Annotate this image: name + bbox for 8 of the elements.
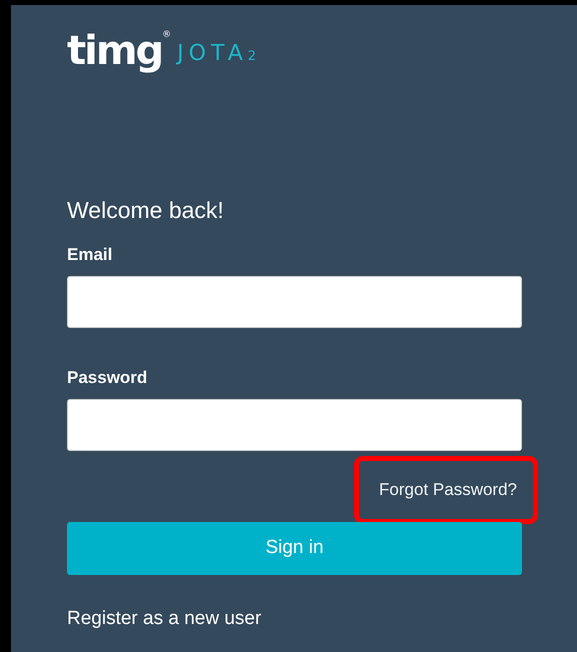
field-label: Email — [67, 246, 114, 263]
field-label: Password — [67, 369, 148, 386]
logo: timg® JOTA 2 — [67, 27, 262, 71]
forgot-password-link[interactable]: Forgot Password? — [379, 477, 517, 503]
register-link[interactable]: Register as a new user — [67, 605, 262, 634]
input-field[interactable] — [67, 399, 522, 451]
heading: Welcome back! — [67, 199, 225, 222]
input-field[interactable] — [67, 276, 522, 328]
